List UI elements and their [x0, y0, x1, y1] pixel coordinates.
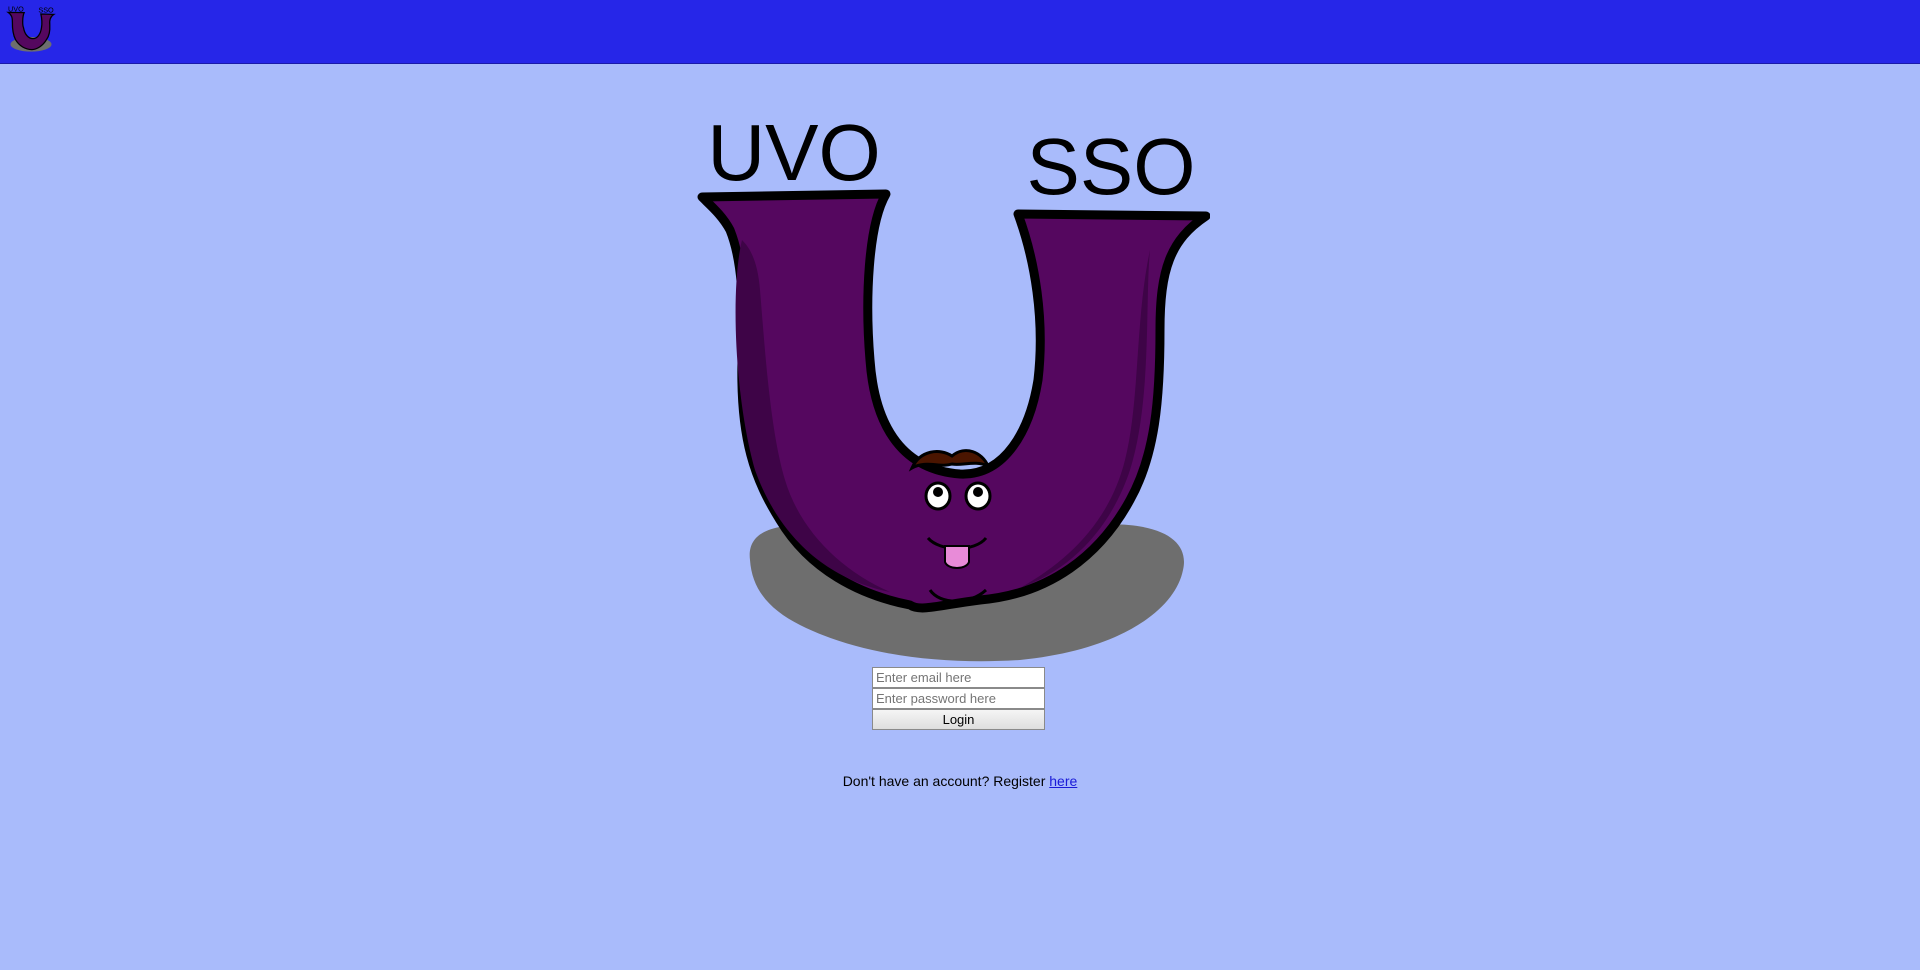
- login-button[interactable]: Login: [872, 709, 1045, 730]
- logo-right-label: SSO: [38, 6, 54, 15]
- header-logo[interactable]: UVO SSO: [6, 4, 56, 56]
- mascot-left-label: UVO: [707, 108, 880, 197]
- mascot-hair: [908, 449, 991, 472]
- register-link[interactable]: here: [1049, 773, 1077, 789]
- mascot-right-label: SSO: [1027, 122, 1196, 211]
- top-bar: UVO SSO: [0, 0, 1920, 64]
- uvo-sso-mascot: UVO SSO: [697, 108, 1210, 662]
- register-prompt: Don't have an account? Register here: [0, 773, 1920, 789]
- mascot-left-pupil: [933, 487, 943, 497]
- register-text: Don't have an account? Register: [842, 773, 1050, 789]
- password-field[interactable]: [872, 688, 1045, 709]
- mascot-right-pupil: [973, 487, 983, 497]
- login-form: Login: [872, 667, 1045, 730]
- logo-left-label: UVO: [8, 4, 24, 13]
- mascot-tongue: [944, 545, 970, 569]
- email-field[interactable]: [872, 667, 1045, 688]
